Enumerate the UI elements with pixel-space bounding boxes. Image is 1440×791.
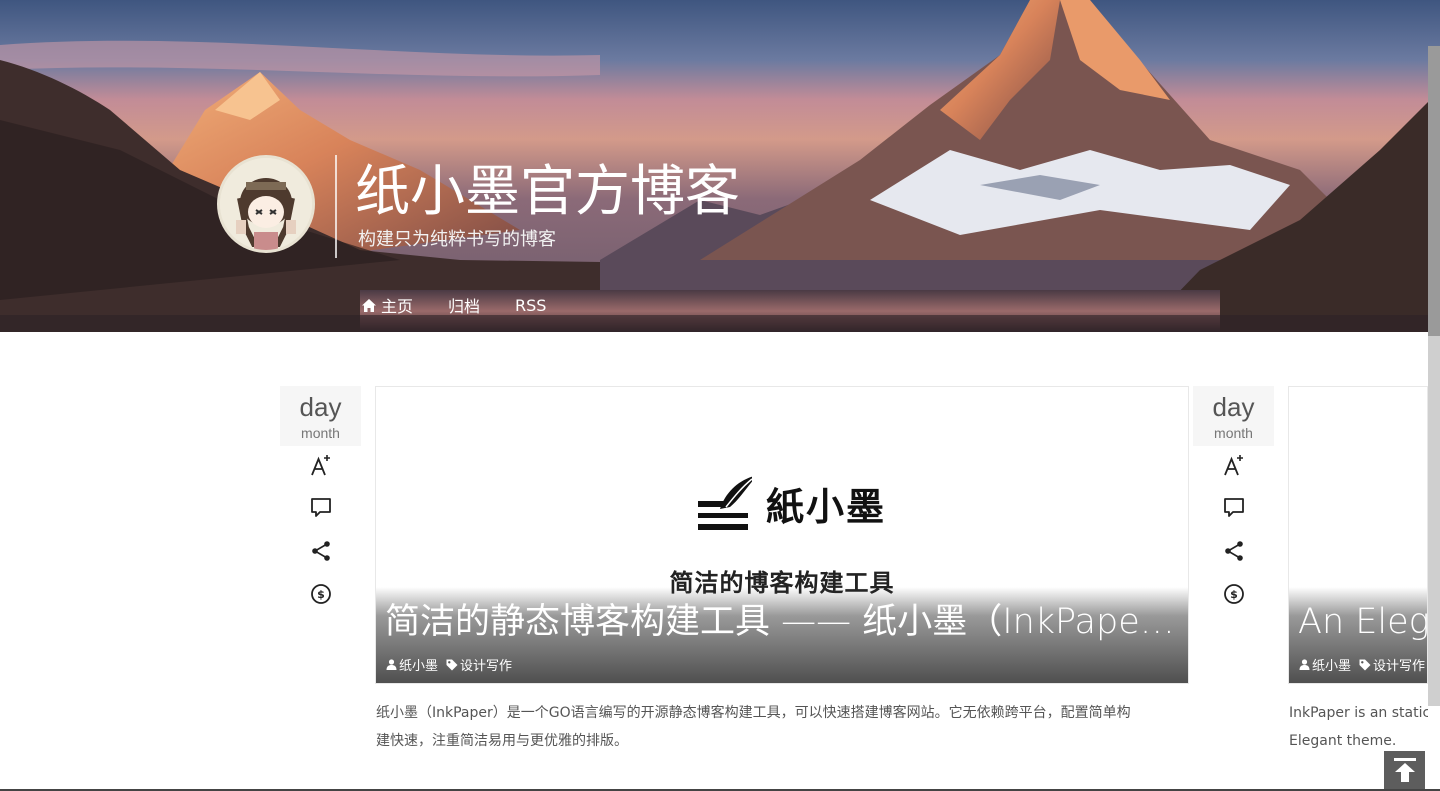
site-header: 纸小墨官方博客 构建只为纯粹书写的博客 主页 归档 RSS <box>0 0 1440 332</box>
donate-button[interactable]: $ <box>1193 583 1274 605</box>
post-author-name: 纸小墨 <box>399 659 439 674</box>
post-author-name: 纸小墨 <box>1312 659 1352 674</box>
post-date-month: month <box>1214 425 1253 441</box>
post-excerpt-line: InkPaper is an static bl <box>1289 705 1428 721</box>
nav-label-home: 主页 <box>381 297 414 316</box>
post-title[interactable]: An Elegant <box>1298 599 1427 645</box>
donate-button[interactable]: $ <box>280 583 361 605</box>
donate-icon: $ <box>1223 584 1244 604</box>
post-meta-column: day month $ <box>280 386 361 604</box>
header-divider <box>335 155 337 258</box>
post-author[interactable]: 纸小墨 <box>1299 655 1351 674</box>
post-card[interactable]: 紙小墨 简洁的博客构建工具 简洁的静态博客构建工具 —— 纸小墨（InkPape… <box>375 386 1189 684</box>
donate-icon: $ <box>310 584 331 604</box>
post-author[interactable]: 纸小墨 <box>386 655 438 674</box>
nav-item-archive[interactable]: 归档 <box>448 293 480 317</box>
post-tag-name: 设计写作 <box>460 659 513 674</box>
comment-button[interactable] <box>280 497 361 519</box>
post-date-day: day <box>1212 392 1255 422</box>
post-date: day month <box>1193 386 1274 446</box>
post-info: 纸小墨 设计写作 <box>386 655 520 674</box>
post-excerpt-line: 建快速，注重简洁易用与更优雅的排版。 <box>376 733 628 749</box>
comment-button[interactable] <box>1193 497 1274 519</box>
post-excerpt-line: 纸小墨（InkPaper）是一个GO语言编写的开源静态博客构建工具，可以快速搭建… <box>376 705 1131 721</box>
share-icon <box>1224 541 1243 561</box>
font-size-icon <box>1223 455 1243 476</box>
site-subtitle: 构建只为纯粹书写的博客 <box>358 229 556 250</box>
arrow-up-icon <box>1393 758 1416 782</box>
cover-logo-text: 紙小墨 <box>766 483 887 529</box>
back-to-top-button[interactable] <box>1384 751 1425 789</box>
user-icon <box>1299 659 1310 670</box>
main-nav: 主页 归档 RSS <box>362 293 581 317</box>
font-size-button[interactable] <box>280 454 361 476</box>
comment-icon <box>1223 498 1244 517</box>
home-icon <box>362 298 376 312</box>
nav-label-archive: 归档 <box>448 297 481 316</box>
post-date: day month <box>280 386 361 446</box>
avatar[interactable] <box>217 155 315 253</box>
post-title[interactable]: 简洁的静态博客构建工具 —— 纸小墨（InkPaper） <box>385 599 1175 645</box>
post-tag-name: 设计写作 <box>1373 659 1426 674</box>
site-title[interactable]: 纸小墨官方博客 <box>355 158 740 224</box>
post-tag[interactable]: 设计写作 <box>1359 655 1425 674</box>
ink-feather-logo-icon <box>698 476 752 530</box>
nav-item-rss[interactable]: RSS <box>515 296 546 315</box>
nav-item-home[interactable]: 主页 <box>362 293 413 317</box>
tag-icon <box>446 659 458 670</box>
svg-text:$: $ <box>317 588 325 601</box>
avatar-image <box>220 158 312 250</box>
share-button[interactable] <box>280 540 361 562</box>
nav-label-rss: RSS <box>515 295 547 315</box>
post-date-day: day <box>299 392 342 422</box>
post-date-month: month <box>301 425 340 441</box>
post-excerpt: 纸小墨（InkPaper）是一个GO语言编写的开源静态博客构建工具，可以快速搭建… <box>376 699 1188 755</box>
font-size-icon <box>310 455 330 476</box>
post-tag[interactable]: 设计写作 <box>446 655 512 674</box>
tag-icon <box>1359 659 1371 670</box>
post-meta-column: day month $ <box>1193 386 1274 604</box>
share-button[interactable] <box>1193 540 1274 562</box>
comment-icon <box>310 498 331 517</box>
vertical-scrollbar-thumb[interactable] <box>1428 46 1440 336</box>
user-icon <box>386 659 397 670</box>
svg-text:$: $ <box>1230 588 1238 601</box>
post-card[interactable]: An Elegant 纸小墨 设计写作 <box>1288 386 1428 684</box>
cover-logo: 紙小墨 <box>696 473 886 533</box>
font-size-button[interactable] <box>1193 454 1274 476</box>
share-icon <box>311 541 330 561</box>
post-excerpt: InkPaper is an static bl Elegant theme. <box>1289 699 1428 755</box>
post-info: 纸小墨 设计写作 <box>1299 655 1427 674</box>
